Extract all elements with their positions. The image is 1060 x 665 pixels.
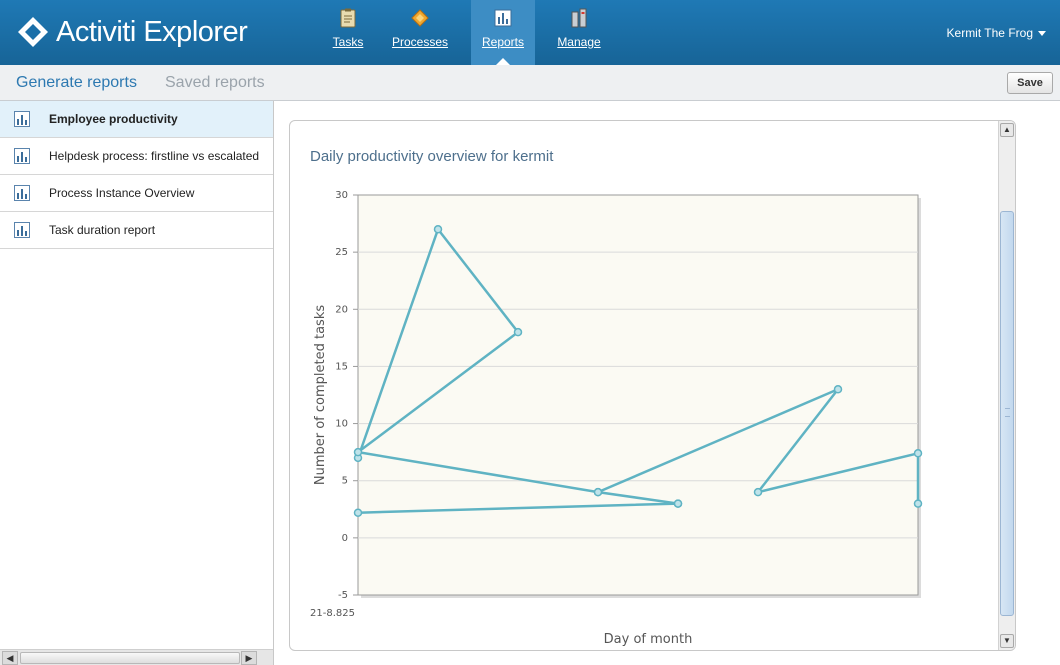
report-chart-icon <box>14 148 30 164</box>
data-point <box>913 499 923 508</box>
app-title: Activiti Explorer <box>56 15 248 48</box>
report-item-label: Helpdesk process: firstline vs escalated <box>49 149 260 163</box>
nav-manage[interactable]: Manage <box>543 0 615 65</box>
report-item-label: Employee productivity <box>49 112 178 126</box>
top-bar: Activiti Explorer Tasks Processes Report… <box>0 0 1060 65</box>
scrollbar-thumb[interactable] <box>20 652 240 664</box>
user-menu[interactable]: Kermit The Frog <box>947 26 1046 40</box>
data-point <box>353 508 363 517</box>
data-point <box>353 447 363 457</box>
brand[interactable]: Activiti Explorer <box>16 12 248 52</box>
scrollbar-thumb[interactable] <box>1000 211 1014 616</box>
nav-tasks[interactable]: Tasks <box>318 0 378 65</box>
save-button[interactable]: Save <box>1007 72 1053 94</box>
nav-label-manage: Manage <box>557 35 601 49</box>
scroll-up-icon[interactable]: ▲ <box>1000 123 1014 137</box>
y-tick-label: 10 <box>335 419 348 430</box>
nav-reports[interactable]: Reports <box>471 0 535 65</box>
chart-vertical-scrollbar[interactable]: ▲ ▼ <box>998 121 1015 650</box>
nav-label-tasks: Tasks <box>332 35 364 49</box>
sidebar-horizontal-scrollbar[interactable]: ◀ ▶ <box>0 649 273 665</box>
report-item-employee-productivity[interactable]: Employee productivity <box>0 101 273 138</box>
scroll-left-icon[interactable]: ◀ <box>2 651 18 665</box>
nav-label-reports: Reports <box>481 35 525 49</box>
y-tick-label: -5 <box>338 590 348 601</box>
report-chart-icon <box>14 185 30 201</box>
main-nav: Tasks Processes Reports Manage <box>318 0 615 65</box>
report-item-task-duration[interactable]: Task duration report <box>0 212 273 249</box>
clipboard-icon <box>340 8 356 28</box>
server-icon <box>571 8 587 28</box>
y-tick-label: 5 <box>342 476 348 487</box>
data-point <box>673 499 683 508</box>
chart-panel: Daily productivity overview for kermit -… <box>289 120 1016 651</box>
nav-processes[interactable]: Processes <box>378 0 462 65</box>
line-chart: Daily productivity overview for kermit -… <box>310 148 923 647</box>
report-item-label: Task duration report <box>49 223 156 237</box>
user-name: Kermit The Frog <box>946 26 1033 40</box>
scroll-down-icon[interactable]: ▼ <box>1000 634 1014 648</box>
y-tick-label: 25 <box>335 247 348 258</box>
report-list: Employee productivity Helpdesk process: … <box>0 101 274 665</box>
report-content: Daily productivity overview for kermit -… <box>275 101 1060 665</box>
data-point <box>833 385 843 394</box>
y-tick-label: 20 <box>335 304 348 315</box>
scroll-right-icon[interactable]: ▶ <box>241 651 257 665</box>
data-point <box>753 487 763 497</box>
x-tick-label: 21-8.825 <box>310 608 355 619</box>
y-tick-label: 0 <box>342 533 348 544</box>
report-item-helpdesk-process[interactable]: Helpdesk process: firstline vs escalated <box>0 138 273 175</box>
tab-saved-reports[interactable]: Saved reports <box>165 74 265 92</box>
data-point <box>433 225 443 234</box>
report-item-label: Process Instance Overview <box>49 186 195 200</box>
report-chart-icon <box>14 222 30 238</box>
x-axis-label: Day of month <box>604 632 693 647</box>
tab-generate-reports[interactable]: Generate reports <box>16 74 137 92</box>
activiti-logo-icon <box>18 17 48 47</box>
data-point <box>913 449 923 458</box>
chart-title: Daily productivity overview for kermit <box>310 148 554 165</box>
report-item-process-instance-overview[interactable]: Process Instance Overview <box>0 175 273 212</box>
data-point <box>513 327 523 337</box>
y-tick-label: 30 <box>335 190 348 201</box>
data-point <box>593 487 603 497</box>
report-toolbar: Generate reports Saved reports Save <box>0 65 1060 101</box>
bar-chart-icon <box>494 9 512 27</box>
y-axis-label: Number of completed tasks <box>313 305 328 485</box>
report-chart-icon <box>14 111 30 127</box>
y-tick-label: 15 <box>335 361 348 372</box>
nav-label-processes: Processes <box>391 35 449 49</box>
diamond-process-icon <box>411 9 429 27</box>
chevron-down-icon <box>1038 30 1046 36</box>
